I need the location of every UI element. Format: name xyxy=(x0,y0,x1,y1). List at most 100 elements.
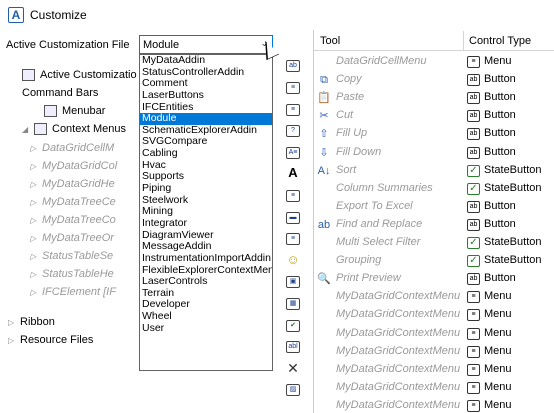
tree-item[interactable]: ▷ StatusTableHe xyxy=(30,265,114,283)
dropdown-option[interactable]: SVGCompare xyxy=(140,136,272,148)
menu-icon: ≡ xyxy=(467,399,480,412)
expand-arrow-icon[interactable]: ▷ xyxy=(30,158,42,176)
dropdown-option[interactable]: LaserControls xyxy=(140,276,272,288)
list-icon[interactable]: ≡ xyxy=(283,188,303,206)
label-icon[interactable]: abl xyxy=(283,339,303,357)
tree-item[interactable]: ▷ MyDataGridHe xyxy=(30,175,115,193)
column-header-tool[interactable]: Tool xyxy=(320,35,340,47)
table-row[interactable]: MyDataGridContextMenu ≡ Menu xyxy=(314,288,554,306)
expand-arrow-icon[interactable]: ▷ xyxy=(8,332,20,350)
table-row[interactable]: MyDataGridContextMenu ≡ Menu xyxy=(314,343,554,361)
tree-item[interactable]: Command Bars xyxy=(22,84,98,102)
expand-arrow-icon[interactable]: ▷ xyxy=(30,176,42,194)
dropdown-option[interactable]: Steelwork xyxy=(140,195,272,207)
dropdown-option[interactable]: Mining xyxy=(140,206,272,218)
table-row[interactable]: MyDataGridContextMenu ≡ Menu xyxy=(314,306,554,324)
customization-tree[interactable]: Active Customizatio Command Bars Menubar ◢ C… xyxy=(0,60,140,413)
dropdown-option[interactable]: Comment xyxy=(140,78,272,90)
collapse-arrow-icon[interactable]: ◢ xyxy=(22,121,34,139)
table-row[interactable]: ⇧ Fill Up ab Button xyxy=(314,125,554,143)
dropdown-option[interactable]: Integrator xyxy=(140,218,272,230)
dropdown-option[interactable]: FlexibleExplorerContextMen xyxy=(140,265,272,277)
expand-arrow-icon[interactable]: ▷ xyxy=(30,284,42,302)
dropdown-option[interactable]: Terrain xyxy=(140,288,272,300)
table-row[interactable]: 📋 Paste ab Button xyxy=(314,89,554,107)
dropdown-option[interactable]: MessageAddin xyxy=(140,241,272,253)
tree-item[interactable]: ▷ Resource Files xyxy=(8,331,93,349)
table-row[interactable]: Column Summaries ✓ StateButton xyxy=(314,180,554,198)
tree-item[interactable]: ▷ MyDataTreeOr xyxy=(30,229,114,247)
active-file-dropdown-list[interactable]: MyDataAddin StatusControllerAddin Comment L… xyxy=(139,54,273,371)
dropdown-option[interactable]: LaserButtons xyxy=(140,90,272,102)
tree-item[interactable]: ▷ DataGridCellM xyxy=(30,139,114,157)
font-icon[interactable]: A xyxy=(283,166,303,184)
dropdown-option[interactable]: Hvac xyxy=(140,160,272,172)
column-divider[interactable] xyxy=(463,31,464,51)
dropdown-option[interactable]: IFCEntities xyxy=(140,102,272,114)
grid-icon[interactable]: ▦ xyxy=(283,296,303,314)
table-row[interactable]: MyDataGridContextMenu ≡ Menu xyxy=(314,379,554,397)
expand-arrow-icon[interactable]: ▷ xyxy=(8,314,20,332)
table-row[interactable]: ⧉ Copy ab Button xyxy=(314,71,554,89)
dropdown-option[interactable]: StatusControllerAddin xyxy=(140,67,272,79)
text-icon[interactable]: A≡ xyxy=(283,144,303,162)
table-row[interactable]: ⇩ Fill Down ab Button xyxy=(314,144,554,162)
dropdown-option[interactable]: Cabling xyxy=(140,148,272,160)
dropdown-option[interactable]: InstrumentationImportAddin xyxy=(140,253,272,265)
dropdown-option[interactable]: Wheel xyxy=(140,311,272,323)
window-title: Customize xyxy=(30,8,87,22)
table-row[interactable]: DataGridCellMenu ≡ Menu xyxy=(314,53,554,71)
dropdown-option[interactable]: Developer xyxy=(140,299,272,311)
dropdown-option[interactable]: Piping xyxy=(140,183,272,195)
expand-arrow-icon[interactable]: ▷ xyxy=(30,266,42,284)
dropdown-option[interactable]: SchematicExplorerAddin xyxy=(140,125,272,137)
separator-icon[interactable]: ▬ xyxy=(283,209,303,227)
tree-item[interactable]: ▷ IFCElement [IF xyxy=(30,283,116,301)
tree-item[interactable]: ▷ MyDataGridCol xyxy=(30,157,117,175)
column-header-control-type[interactable]: Control Type xyxy=(469,35,531,47)
dropdown-option[interactable]: Module xyxy=(140,113,272,125)
table-row[interactable]: MyDataGridContextMenu ≡ Menu xyxy=(314,325,554,343)
table-row[interactable]: Multi Select Filter ✓ StateButton xyxy=(314,234,554,252)
tree-item[interactable]: ▷ MyDataTreeCo xyxy=(30,211,116,229)
table-row[interactable]: MyDataGridContextMenu ≡ Menu xyxy=(314,361,554,379)
dropdown-option[interactable]: MyDataAddin xyxy=(140,55,272,67)
button-icon: ab xyxy=(467,218,480,231)
tree-item[interactable]: Menubar xyxy=(44,102,105,120)
table-row[interactable]: A↓ Sort ✓ StateButton xyxy=(314,162,554,180)
help-icon[interactable]: ? xyxy=(283,123,303,141)
expand-arrow-icon[interactable]: ▷ xyxy=(30,212,42,230)
dropdown-option[interactable]: Supports xyxy=(140,171,272,183)
smiley-icon[interactable]: ☺ xyxy=(283,252,303,270)
table-row[interactable]: ab Find and Replace ab Button xyxy=(314,216,554,234)
image-icon[interactable]: ▣ xyxy=(283,274,303,292)
table-row[interactable]: ✂ Cut ab Button xyxy=(314,107,554,125)
control-type: Menu xyxy=(484,290,512,303)
dropdown-option[interactable]: User xyxy=(140,323,272,335)
expand-arrow-icon[interactable]: ▷ xyxy=(30,230,42,248)
delete-icon[interactable]: ✕ xyxy=(283,360,303,378)
tree-item[interactable]: ◢ Context Menus xyxy=(22,120,126,138)
tool-grid[interactable]: Tool Control Type DataGridCellMenu ≡ Menu ⧉… xyxy=(313,30,554,413)
control-type: StateButton xyxy=(484,236,542,248)
expand-arrow-icon[interactable]: ▷ xyxy=(30,140,42,158)
expand-arrow-icon[interactable]: ▷ xyxy=(30,194,42,212)
table-row[interactable]: Export To Excel ab Button xyxy=(314,198,554,216)
list-icon[interactable]: ≡ xyxy=(283,231,303,249)
list-icon[interactable]: ≡ xyxy=(283,80,303,98)
table-row[interactable]: 🔍 Print Preview ab Button xyxy=(314,270,554,288)
tree-item[interactable]: ▷ MyDataTreeCe xyxy=(30,193,116,211)
button-icon: ab xyxy=(467,273,480,286)
table-row[interactable]: MyDataGridContextMenu ≡ Menu xyxy=(314,397,554,413)
active-file-combobox[interactable]: Module ⌄ xyxy=(139,35,273,54)
checkbox-icon[interactable]: ✔ xyxy=(283,317,303,335)
tree-item[interactable]: Active Customizatio xyxy=(22,66,137,84)
tree-item[interactable]: ▷ StatusTableSe xyxy=(30,247,113,265)
tree-item[interactable]: ▷ Ribbon xyxy=(8,313,55,331)
expand-arrow-icon[interactable]: ▷ xyxy=(30,248,42,266)
table-row[interactable]: Grouping ✓ StateButton xyxy=(314,252,554,270)
button-icon[interactable]: ab xyxy=(283,58,303,76)
picture-icon[interactable]: ▨ xyxy=(283,382,303,400)
dropdown-option[interactable]: DiagramViewer xyxy=(140,230,272,242)
list-icon[interactable]: ≡ xyxy=(283,101,303,119)
